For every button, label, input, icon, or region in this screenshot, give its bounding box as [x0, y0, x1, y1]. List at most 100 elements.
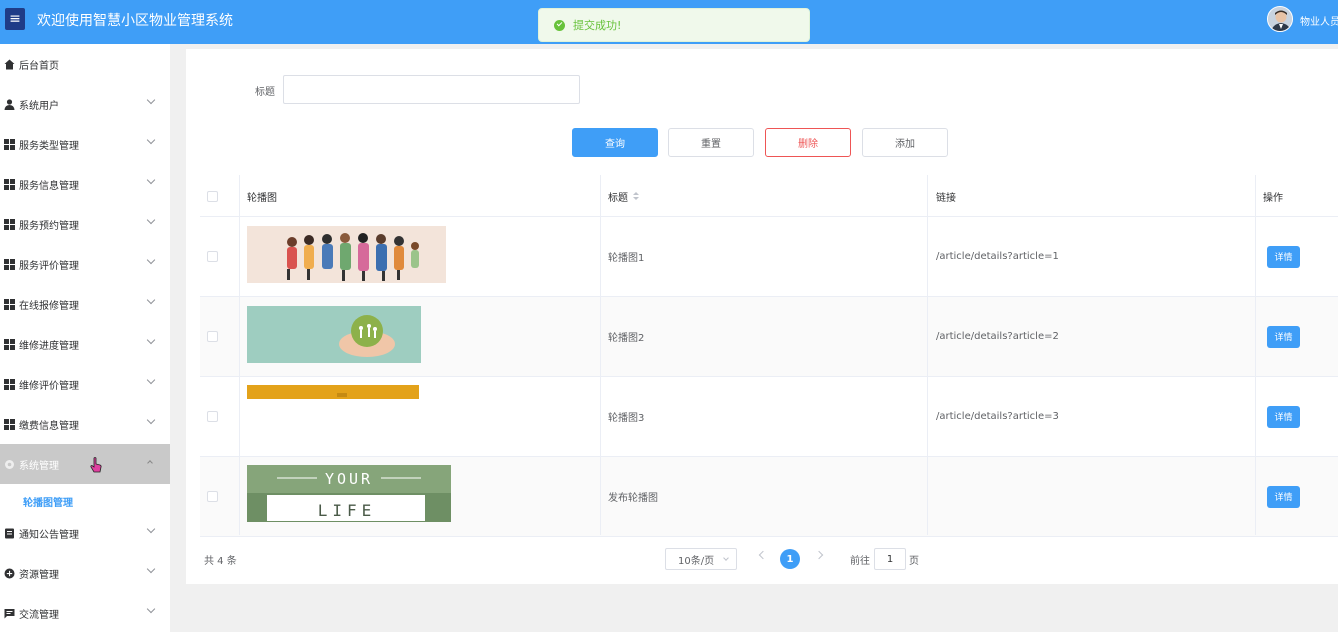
chevron-down-icon: [146, 135, 156, 145]
chevron-down-icon: [146, 295, 156, 305]
pagination-total: 共 4 条: [204, 556, 237, 567]
detail-button[interactable]: 详情: [1267, 457, 1300, 536]
chevron-down-icon: [146, 524, 156, 534]
grid-icon: [4, 298, 15, 310]
sidebar-item-home[interactable]: 后台首页: [0, 44, 170, 84]
sidebar-item-label: 后台首页: [19, 60, 59, 72]
goto-page-input[interactable]: 1: [874, 548, 906, 570]
row-checkbox[interactable]: [207, 457, 218, 536]
chevron-down-icon: [146, 604, 156, 614]
app-title: 欢迎使用智慧小区物业管理系统: [37, 13, 233, 29]
detail-button[interactable]: 详情: [1267, 217, 1300, 296]
delete-button[interactable]: 删除: [765, 128, 851, 157]
carousel-image: [247, 226, 446, 283]
sidebar-item-label: 在线报修管理: [19, 300, 79, 312]
title-search-input[interactable]: [283, 75, 580, 104]
row-link: /article/details?article=3: [936, 411, 1059, 422]
chat-icon: [4, 608, 15, 618]
detail-button[interactable]: 详情: [1267, 377, 1300, 456]
sidebar-item-label: 缴费信息管理: [19, 420, 79, 432]
sidebar-item-service-info[interactable]: 服务信息管理: [0, 164, 170, 204]
reset-button[interactable]: 重置: [668, 128, 754, 157]
sidebar-item-label: 系统管理: [19, 460, 59, 472]
search-label: 标题: [255, 87, 275, 98]
table-row: 轮播图2 /article/details?article=2 详情: [200, 297, 1338, 377]
doc-icon: [5, 528, 14, 538]
sidebar-item-notice[interactable]: 通知公告管理: [0, 513, 170, 553]
chevron-down-icon: [146, 335, 156, 345]
column-divider: [1255, 175, 1256, 535]
page-number-current[interactable]: 1: [780, 549, 800, 569]
avatar[interactable]: [1267, 6, 1293, 32]
sidebar-item-system-management[interactable]: 系统管理: [0, 444, 170, 484]
chevron-down-icon: [146, 415, 156, 425]
hamburger-icon[interactable]: ≡: [5, 8, 25, 30]
grid-icon: [4, 258, 15, 270]
chevron-up-icon: [147, 460, 153, 466]
sidebar-item-label: 服务类型管理: [19, 140, 79, 152]
sidebar-item-repair-progress[interactable]: 维修进度管理: [0, 324, 170, 364]
row-title: 轮播图1: [608, 253, 645, 264]
column-header-link: 链接: [936, 192, 956, 204]
chevron-down-icon: [146, 215, 156, 225]
detail-button-label: 详情: [1267, 405, 1300, 428]
row-title: 轮播图2: [608, 333, 645, 344]
image-text-your: YOUR: [325, 470, 373, 488]
chevron-down-icon: [146, 564, 156, 574]
prev-page-icon[interactable]: [758, 550, 768, 560]
column-header-image: 轮播图: [247, 192, 277, 204]
main-panel: 标题 查询 重置 删除 添加 轮播图 标题 链接 操作 轮播图1 /articl…: [186, 49, 1338, 584]
page-size-select[interactable]: 10条/页: [665, 548, 737, 570]
image-text-life: LIFE: [318, 501, 377, 520]
query-button[interactable]: 查询: [572, 128, 658, 157]
sidebar-item-service-booking[interactable]: 服务预约管理: [0, 204, 170, 244]
sidebar-item-system-users[interactable]: 系统用户: [0, 84, 170, 124]
chevron-down-icon: [146, 375, 156, 385]
user-icon: [4, 98, 15, 110]
column-header-title-label: 标题: [608, 192, 628, 204]
chevron-down-icon: [146, 95, 156, 105]
sidebar-item-payment-info[interactable]: 缴费信息管理: [0, 404, 170, 444]
grid-icon: [4, 218, 15, 230]
sort-icon[interactable]: [633, 191, 639, 201]
sidebar-item-label: 系统用户: [19, 100, 59, 112]
table-header: 轮播图 标题 链接 操作: [200, 175, 1338, 217]
goto-suffix: 页: [909, 556, 919, 567]
gear-icon: [5, 459, 14, 469]
row-title: 发布轮播图: [608, 493, 658, 504]
grid-icon: [4, 418, 15, 430]
column-header-title[interactable]: 标题: [608, 175, 639, 217]
row-checkbox[interactable]: [207, 377, 218, 456]
row-title: 轮播图3: [608, 413, 645, 424]
sidebar-item-label: 通知公告管理: [19, 529, 79, 541]
table-row: YOUR LIFE 发布轮播图 详情: [200, 457, 1338, 537]
sidebar: 后台首页 系统用户 服务类型管理 服务信息管理 服务预约管理 服务评价管理 在线…: [0, 44, 170, 632]
username[interactable]: 物业人员: [1300, 13, 1338, 28]
chevron-down-icon: [146, 255, 156, 265]
chevron-down-icon: [723, 555, 729, 561]
plus-circle-icon: [4, 568, 15, 578]
column-divider: [239, 175, 240, 535]
sidebar-item-online-repair[interactable]: 在线报修管理: [0, 284, 170, 324]
sidebar-item-label: 服务评价管理: [19, 260, 79, 272]
sidebar-item-label: 服务预约管理: [19, 220, 79, 232]
next-page-icon[interactable]: [814, 550, 824, 560]
carousel-image: [247, 385, 419, 399]
grid-icon: [4, 338, 15, 350]
sidebar-item-resources[interactable]: 资源管理: [0, 553, 170, 593]
row-checkbox[interactable]: [207, 297, 218, 376]
sidebar-subitem-carousel[interactable]: 轮播图管理: [0, 494, 170, 514]
sidebar-item-communication[interactable]: 交流管理: [0, 593, 170, 632]
sidebar-item-service-review[interactable]: 服务评价管理: [0, 244, 170, 284]
add-button[interactable]: 添加: [862, 128, 948, 157]
row-checkbox[interactable]: [207, 217, 218, 296]
sidebar-item-label: 交流管理: [19, 609, 59, 621]
select-all-checkbox[interactable]: [207, 175, 218, 217]
column-divider: [927, 175, 928, 535]
sidebar-item-service-type[interactable]: 服务类型管理: [0, 124, 170, 164]
detail-button[interactable]: 详情: [1267, 297, 1300, 376]
sidebar-item-repair-review[interactable]: 维修评价管理: [0, 364, 170, 404]
detail-button-label: 详情: [1267, 245, 1300, 268]
page-size-value: 10条/页: [678, 555, 715, 567]
column-divider: [600, 175, 601, 535]
